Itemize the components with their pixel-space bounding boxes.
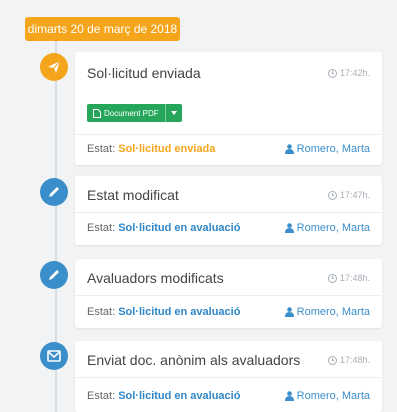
envelope-icon — [40, 342, 68, 370]
clock-icon — [327, 273, 337, 283]
user-icon — [284, 223, 294, 233]
document-pdf-button[interactable]: Document PDF — [87, 104, 182, 122]
clock-icon — [327, 355, 337, 365]
status-value: Sol·licitud enviada — [118, 143, 216, 155]
clock-icon — [327, 68, 337, 78]
entry-title: Avaluadors modificats — [87, 270, 224, 286]
divider — [75, 134, 382, 135]
timeline-entry: Estat modificat 17:47h. Estat: Sol·licit… — [75, 176, 382, 245]
entry-author[interactable]: Romero, Marta — [284, 143, 370, 155]
entry-status: Estat: Sol·licitud en avaluació — [87, 222, 241, 234]
entry-title: Enviat doc. anònim als avaluadors — [87, 352, 301, 368]
status-value: Sol·licitud en avaluació — [118, 390, 241, 402]
timeline-entry: Avaluadors modificats 17:48h. Estat: Sol… — [75, 259, 382, 328]
entry-status: Estat: Sol·licitud en avaluació — [87, 390, 241, 402]
dropdown-caret-icon[interactable] — [164, 104, 182, 122]
user-icon — [284, 391, 294, 401]
divider — [75, 377, 382, 378]
divider — [75, 212, 382, 213]
entry-title: Estat modificat — [87, 187, 179, 203]
pencil-icon — [40, 178, 68, 206]
divider — [75, 295, 382, 296]
entry-title: Sol·licitud enviada — [87, 65, 201, 81]
user-icon — [284, 307, 294, 317]
date-badge: dimarts 20 de març de 2018 — [25, 17, 180, 41]
status-value: Sol·licitud en avaluació — [118, 306, 241, 318]
file-icon — [93, 108, 101, 118]
entry-time: 17:47h. — [327, 190, 370, 200]
entry-status: Estat: Sol·licitud enviada — [87, 143, 216, 155]
status-value: Sol·licitud en avaluació — [118, 222, 241, 234]
user-icon — [284, 144, 294, 154]
entry-author[interactable]: Romero, Marta — [284, 306, 370, 318]
entry-author[interactable]: Romero, Marta — [284, 222, 370, 234]
paper-plane-icon — [40, 53, 68, 81]
entry-author[interactable]: Romero, Marta — [284, 390, 370, 402]
pencil-icon — [40, 261, 68, 289]
timeline-entry: Sol·licitud enviada 17:42h. Document PDF… — [75, 52, 382, 165]
entry-status: Estat: Sol·licitud en avaluació — [87, 306, 241, 318]
entry-time: 17:48h. — [327, 355, 370, 365]
entry-time: 17:48h. — [327, 273, 370, 283]
timeline-entry: Enviat doc. anònim als avaluadors 17:48h… — [75, 341, 382, 412]
clock-icon — [327, 190, 337, 200]
entry-time: 17:42h. — [327, 68, 370, 78]
